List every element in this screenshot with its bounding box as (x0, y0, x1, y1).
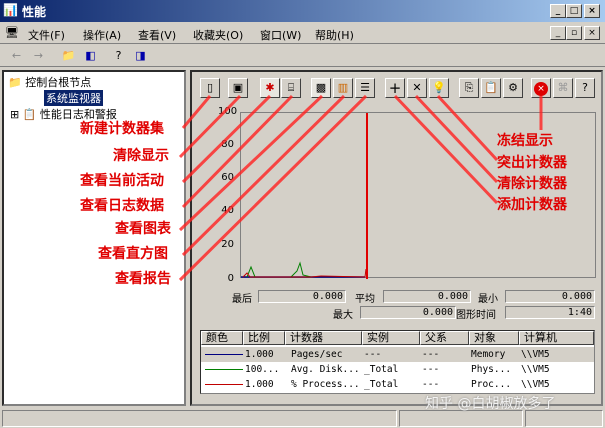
annotation-lines (178, 94, 543, 282)
status-pane (2, 410, 397, 427)
watermark: 知乎 @白胡椒放多了 (425, 396, 556, 412)
